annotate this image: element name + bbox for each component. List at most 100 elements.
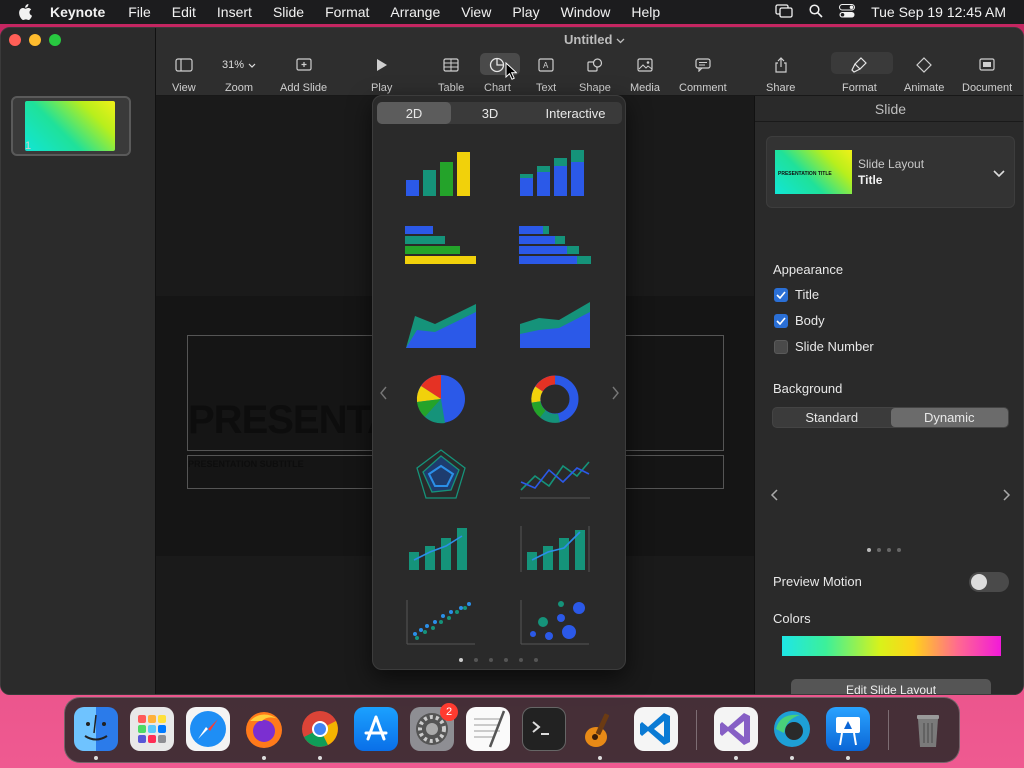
control-center-icon[interactable] — [839, 3, 856, 21]
text-button[interactable]: A Text — [536, 54, 556, 94]
zoom-control[interactable]: 31% Zoom — [222, 54, 256, 94]
textedit-dock-icon[interactable] — [466, 707, 510, 751]
pager-dot[interactable] — [887, 548, 891, 552]
menu-arrange[interactable]: Arrange — [390, 4, 440, 20]
chart-option-radar[interactable] — [405, 448, 477, 502]
chart-option-pie[interactable] — [405, 372, 477, 426]
body-checkbox-row[interactable]: Body — [774, 313, 825, 328]
stacked-bar-chart-icon — [519, 226, 591, 264]
visual-studio-dock-icon[interactable] — [714, 707, 758, 751]
format-button[interactable]: Format — [842, 54, 877, 94]
shape-button[interactable]: Shape — [579, 54, 611, 94]
chart-option-area[interactable] — [405, 298, 477, 352]
pager-dot[interactable] — [897, 548, 901, 552]
trash-dock-icon[interactable] — [906, 707, 950, 751]
menu-format[interactable]: Format — [325, 4, 369, 20]
document-title[interactable]: Untitled — [564, 32, 625, 47]
chart-option-bubble[interactable] — [519, 596, 591, 650]
launchpad-dock-icon[interactable] — [130, 707, 174, 751]
layout-chevron-down-icon[interactable] — [993, 165, 1005, 183]
garageband-dock-icon[interactable] — [578, 707, 622, 751]
tab-2d[interactable]: 2D — [377, 102, 451, 124]
pager-dot[interactable] — [519, 658, 523, 662]
tab-3d[interactable]: 3D — [451, 102, 529, 124]
chrome-dock-icon[interactable] — [298, 707, 342, 751]
pager-dot[interactable] — [504, 658, 508, 662]
carousel-prev-chevron-left-icon[interactable] — [770, 488, 778, 506]
menu-edit[interactable]: Edit — [172, 4, 196, 20]
screen-mirroring-icon[interactable] — [775, 3, 793, 21]
slide-layout-picker[interactable]: PRESENTATION TITLE Slide Layout Title — [766, 136, 1015, 208]
menubar-clock[interactable]: Tue Sep 19 12:45 AM — [871, 4, 1006, 20]
slide-number-checkbox-row[interactable]: Slide Number — [774, 339, 874, 354]
media-button[interactable]: Media — [630, 54, 660, 94]
keynote-running-dot — [846, 756, 850, 760]
view-button[interactable]: View — [172, 54, 196, 94]
chart-option-2-axis[interactable] — [519, 522, 591, 576]
menu-slide[interactable]: Slide — [273, 4, 304, 20]
add-slide-button[interactable]: Add Slide — [280, 54, 327, 94]
slide-number-checkbox[interactable] — [774, 339, 788, 354]
animate-button[interactable]: Animate — [904, 54, 944, 94]
document-button[interactable]: Document — [962, 54, 1012, 94]
radar-chart-icon — [416, 449, 466, 499]
chart-option-stacked-bar[interactable] — [519, 222, 591, 276]
table-button[interactable]: Table — [438, 54, 464, 94]
chart-option-bar[interactable] — [405, 222, 477, 276]
firefox-dock-icon[interactable] — [242, 707, 286, 751]
background-dynamic-option[interactable]: Dynamic — [890, 408, 1008, 427]
menu-view[interactable]: View — [461, 4, 491, 20]
menu-app-name[interactable]: Keynote — [50, 4, 105, 20]
chart-option-stacked-area[interactable] — [519, 298, 591, 352]
pager-dot[interactable] — [877, 548, 881, 552]
toggle-knob — [971, 574, 987, 590]
share-button[interactable]: Share — [766, 54, 795, 94]
spotlight-search-icon[interactable] — [809, 3, 823, 21]
chart-option-column[interactable] — [405, 148, 477, 202]
apple-menu-icon[interactable] — [18, 3, 36, 21]
fullscreen-window-button[interactable] — [49, 34, 61, 46]
slide-thumbnail-image[interactable] — [25, 101, 115, 151]
chart-popover: 2D 3D Interactive — [372, 95, 626, 670]
menu-play[interactable]: Play — [512, 4, 539, 20]
close-window-button[interactable] — [9, 34, 21, 46]
slide-subtitle-text[interactable]: PRESENTATION SUBTITLE — [188, 459, 304, 469]
menu-file[interactable]: File — [128, 4, 151, 20]
play-button[interactable]: Play — [371, 54, 392, 94]
popover-next-chevron-right-icon[interactable] — [612, 386, 620, 405]
edge-dock-icon[interactable] — [770, 707, 814, 751]
body-checkbox[interactable] — [774, 313, 788, 328]
carousel-next-chevron-right-icon[interactable] — [1003, 488, 1011, 506]
title-checkbox-row[interactable]: Title — [774, 287, 819, 302]
menu-help[interactable]: Help — [631, 4, 660, 20]
chart-option-donut[interactable] — [519, 372, 591, 426]
pager-dot[interactable] — [534, 658, 538, 662]
preview-motion-toggle[interactable] — [969, 572, 1009, 592]
vscode-dock-icon[interactable] — [634, 707, 678, 751]
tab-interactive[interactable]: Interactive — [529, 102, 622, 124]
pager-dot[interactable] — [474, 658, 478, 662]
background-standard-option[interactable]: Standard — [773, 408, 891, 427]
safari-dock-icon[interactable] — [186, 707, 230, 751]
comment-button[interactable]: Comment — [679, 54, 727, 94]
pager-dot[interactable] — [459, 658, 463, 662]
menu-window[interactable]: Window — [561, 4, 611, 20]
menu-insert[interactable]: Insert — [217, 4, 252, 20]
chart-option-mixed[interactable] — [405, 522, 477, 576]
pager-dot[interactable] — [867, 548, 871, 552]
app-store-dock-icon[interactable] — [354, 707, 398, 751]
finder-dock-icon[interactable] — [74, 707, 118, 751]
edit-slide-layout-button[interactable]: Edit Slide Layout — [791, 679, 991, 694]
chart-option-scatter[interactable] — [405, 596, 477, 650]
minimize-window-button[interactable] — [29, 34, 41, 46]
chart-option-line[interactable] — [519, 448, 591, 502]
slide-thumbnail-number: 1 — [25, 140, 32, 152]
dynamic-color-slider[interactable] — [782, 636, 1001, 656]
zoom-select[interactable]: 31% — [222, 54, 256, 76]
terminal-dock-icon[interactable] — [522, 707, 566, 751]
pager-dot[interactable] — [489, 658, 493, 662]
keynote-dock-icon[interactable] — [826, 707, 870, 751]
chart-option-stacked-column[interactable] — [519, 148, 591, 202]
popover-prev-chevron-left-icon[interactable] — [379, 386, 387, 405]
title-checkbox[interactable] — [774, 287, 788, 302]
